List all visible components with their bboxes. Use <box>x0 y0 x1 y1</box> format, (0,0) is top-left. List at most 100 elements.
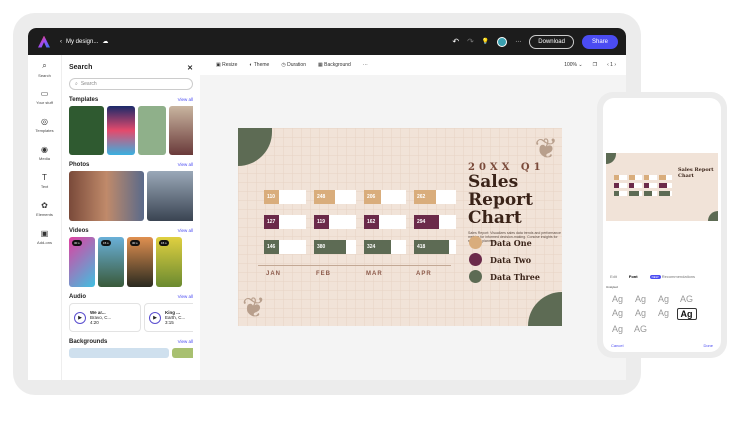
bar-data-two[interactable]: 294 <box>414 215 439 229</box>
template-thumb[interactable] <box>69 106 104 155</box>
more-options-button[interactable]: ··· <box>363 62 368 68</box>
templates-view-all[interactable]: View all <box>178 97 193 103</box>
done-button[interactable]: Done <box>703 343 713 348</box>
background-button[interactable]: ▦ Background <box>318 62 351 68</box>
rail-item-media[interactable]: ◉ Media <box>28 139 61 167</box>
bar-track: 248 <box>314 190 356 204</box>
font-sample[interactable]: Ag <box>631 308 651 320</box>
mini-bar-fill <box>644 175 650 180</box>
font-sample[interactable]: Ag <box>654 308 674 320</box>
text-icon: T <box>42 173 47 182</box>
backgrounds-view-all[interactable]: View all <box>178 339 193 345</box>
redo-icon[interactable]: ↷ <box>467 37 474 46</box>
audio-item[interactable]: ▶ King ... Earth, C... 3:15 <box>144 303 193 332</box>
video-thumb[interactable]: 30 s <box>69 237 95 287</box>
bar-data-three[interactable]: 146 <box>264 240 279 254</box>
bar-track: 418 <box>414 240 456 254</box>
duration-button[interactable]: ◷ Duration <box>281 62 306 68</box>
font-sample[interactable]: AG <box>677 294 697 304</box>
bar-data-three[interactable]: 324 <box>364 240 392 254</box>
undo-icon[interactable]: ↶ <box>452 37 459 46</box>
theme-label: Theme <box>253 62 270 68</box>
mini-bar-fill <box>614 191 619 196</box>
canvas-toolbar: ▣ Resize ◐ Theme ◷ Duration ▦ Background… <box>200 55 626 75</box>
font-sample[interactable]: Ag <box>676 308 697 320</box>
video-thumb[interactable]: 15 s <box>156 237 182 287</box>
photo-thumb[interactable] <box>147 171 193 221</box>
bar-data-two[interactable]: 162 <box>364 215 379 229</box>
legend-swatch <box>469 270 482 283</box>
mini-bar <box>644 183 657 188</box>
pages-icon[interactable]: ❐ <box>593 62 597 68</box>
slide-canvas[interactable]: ❦ ❦ 20XX Q1 Sales Report Chart Sales Rep… <box>238 128 562 326</box>
rail-item-text[interactable]: T Text <box>28 167 61 195</box>
zoom-select[interactable]: 100% ⌄ <box>564 62 582 68</box>
share-button[interactable]: Share <box>581 34 618 49</box>
rail-item-add-ons[interactable]: ▣ Add-ons <box>28 223 61 251</box>
bar-data-one[interactable]: 262 <box>414 190 436 204</box>
mini-bar <box>629 183 642 188</box>
search-input[interactable]: ⌕ Search <box>69 78 193 90</box>
close-icon[interactable]: ✕ <box>187 64 193 72</box>
mini-bar <box>629 175 642 180</box>
mini-bar-fill <box>644 183 649 188</box>
videos-heading: Videos <box>69 228 89 234</box>
font-sample[interactable]: AG <box>631 324 651 334</box>
month-label: JAN <box>266 271 282 277</box>
audio-view-all[interactable]: View all <box>178 294 193 300</box>
template-thumb[interactable] <box>107 106 135 155</box>
tab-font[interactable]: Font <box>629 274 638 279</box>
video-thumb[interactable]: 30 s <box>127 237 153 287</box>
background-thumb[interactable] <box>172 348 193 358</box>
mini-bar-fill <box>659 191 670 196</box>
templates-heading: Templates <box>69 97 99 103</box>
document-title[interactable]: My design... <box>66 39 98 45</box>
font-sample[interactable]: Ag <box>654 294 674 304</box>
template-thumb[interactable] <box>169 106 193 155</box>
mini-bar-fill <box>629 175 636 180</box>
background-thumb[interactable] <box>69 348 169 358</box>
rail-item-templates[interactable]: ◎ Templates <box>28 111 61 139</box>
adobe-express-logo[interactable] <box>38 35 50 48</box>
more-icon[interactable]: ··· <box>515 39 521 45</box>
template-thumb[interactable] <box>138 106 166 155</box>
legend-label: Data Two <box>490 254 532 265</box>
resize-button[interactable]: ▣ Resize <box>216 62 237 68</box>
font-sample-text: Ag <box>611 294 623 304</box>
bar-data-two[interactable]: 119 <box>314 215 329 229</box>
tab-recommendations[interactable]: NEW Recommendations <box>649 274 695 279</box>
font-sample[interactable]: Ag <box>608 308 628 320</box>
tab-edit[interactable]: Edit <box>610 274 617 279</box>
videos-view-all[interactable]: View all <box>178 228 193 234</box>
bar-data-one[interactable]: 248 <box>314 190 335 204</box>
back-icon[interactable]: ‹ <box>60 39 62 45</box>
bar-data-two[interactable]: 127 <box>264 215 279 229</box>
font-sample[interactable]: Ag <box>608 324 628 334</box>
slide-title-line2: Chart <box>468 208 522 228</box>
play-icon[interactable]: ▶ <box>149 311 161 324</box>
rail-item-your-stuff[interactable]: ▭ Your stuff <box>28 83 61 111</box>
bar-data-three[interactable]: 418 <box>414 240 450 254</box>
rail-item-elements[interactable]: ✿ Elements <box>28 195 61 223</box>
bar-data-one[interactable]: 206 <box>364 190 382 204</box>
photos-view-all[interactable]: View all <box>178 162 193 168</box>
download-button[interactable]: Download <box>529 34 574 49</box>
slide-preview[interactable]: Sales Report Chart <box>606 153 718 221</box>
avatar[interactable] <box>497 36 508 47</box>
font-sample[interactable]: Ag <box>608 294 628 304</box>
page-nav[interactable]: ‹ 1 › <box>607 62 616 68</box>
bar-data-three[interactable]: 380 <box>314 240 346 254</box>
photo-thumb[interactable] <box>69 171 144 221</box>
audio-duration: 3:15 <box>165 320 174 325</box>
play-icon[interactable]: ▶ <box>74 311 86 324</box>
font-sample[interactable]: Ag <box>631 294 651 304</box>
audio-item[interactable]: ▶ We ar... Bravo, C... 4:20 <box>69 303 141 332</box>
video-thumb[interactable]: 15 s <box>98 237 124 287</box>
cancel-button[interactable]: Cancel <box>611 343 623 348</box>
theme-button[interactable]: ◐ Theme <box>249 62 269 68</box>
rail-item-search[interactable]: ⌕ Search <box>28 55 61 83</box>
bar-data-one[interactable]: 110 <box>264 190 279 204</box>
mini-bar <box>659 175 672 180</box>
font-sample-text: AG <box>633 324 647 334</box>
lightbulb-icon[interactable]: 💡 <box>482 38 489 45</box>
